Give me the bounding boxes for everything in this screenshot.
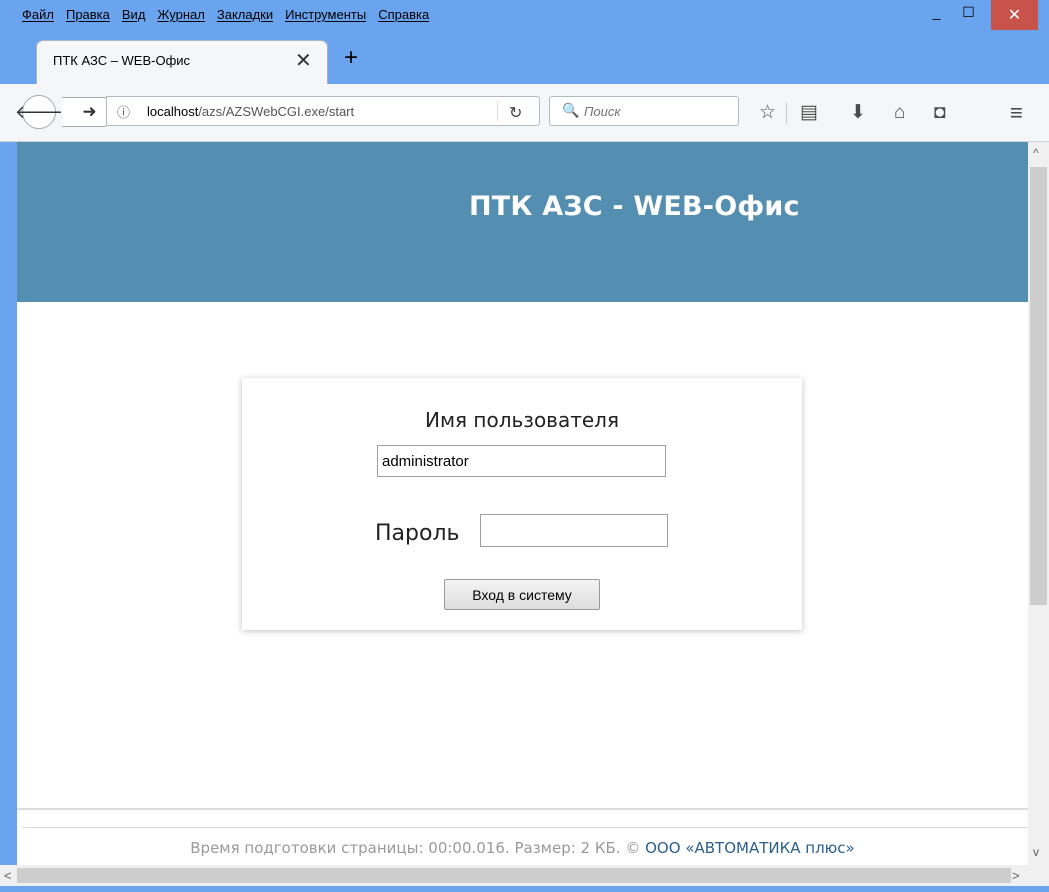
vertical-scrollbar[interactable]: ^ v (1028, 142, 1049, 865)
navigation-bar: ➜ 🡐 ⓘ localhost/azs/AZSWebCGI.exe/start … (0, 84, 1049, 142)
menu-view[interactable]: Вид (122, 7, 146, 22)
home-icon[interactable]: ⌂ (894, 103, 905, 122)
login-form: Имя пользователя Пароль Вход в систему (242, 378, 802, 630)
footer-divider-inner (22, 827, 1028, 828)
tab-title: ПТК АЗС – WEB-Офис (53, 53, 191, 68)
pocket-icon[interactable]: ◘ (934, 103, 945, 122)
urlbar-divider (497, 101, 498, 121)
password-label: Пароль (375, 521, 460, 546)
hamburger-menu-icon[interactable]: ≡ (1010, 102, 1023, 124)
menu-tools[interactable]: Инструменты (285, 7, 366, 22)
menu-history[interactable]: Журнал (157, 7, 204, 22)
url-text: localhost/azs/AZSWebCGI.exe/start (147, 104, 354, 119)
search-box[interactable]: 🔍 (549, 96, 739, 126)
scroll-right-icon[interactable]: > (1012, 868, 1020, 883)
download-icon[interactable]: ⬇ (850, 103, 866, 122)
password-field[interactable] (480, 514, 668, 547)
search-icon: 🔍 (562, 102, 580, 118)
tab-active[interactable]: ПТК АЗС – WEB-Офис ✕ (36, 40, 328, 84)
reading-list-icon[interactable]: ▤ (800, 103, 818, 122)
bookmark-star-icon[interactable]: ☆ (759, 103, 776, 122)
page-title: ПТК АЗС - WEB-Офис (469, 191, 800, 222)
site-header: ПТК АЗС - WEB-Офис (17, 142, 1028, 302)
reload-icon[interactable]: ↻ (509, 103, 522, 123)
toolbar-divider (786, 102, 787, 124)
company-link[interactable]: ООО «АВТОМАТИКА плюс» (645, 839, 855, 857)
maximize-button[interactable]: ☐ (946, 0, 991, 24)
menu-bookmarks[interactable]: Закладки (217, 7, 273, 22)
scroll-left-icon[interactable]: < (4, 868, 12, 883)
forward-arrow-icon: ➜ (82, 102, 97, 121)
footer-text: Время подготовки страницы: 00:00.016. Ра… (190, 839, 641, 857)
window-bottom-edge (0, 886, 1049, 892)
horizontal-scrollbar[interactable]: < > (0, 865, 1049, 886)
tab-close-icon[interactable]: ✕ (295, 48, 312, 73)
tab-strip: ПТК АЗС – WEB-Офис ✕ + (0, 32, 1049, 84)
menu-file[interactable]: Файл (22, 7, 54, 22)
horizontal-scroll-thumb[interactable] (17, 868, 1011, 883)
forward-button[interactable]: ➜ (62, 97, 108, 127)
vertical-scroll-thumb[interactable] (1030, 167, 1047, 605)
menu-list: Файл Правка Вид Журнал Закладки Инструме… (22, 7, 429, 22)
menu-edit[interactable]: Правка (66, 7, 110, 22)
url-path: /azs/AZSWebCGI.exe/start (198, 104, 355, 119)
address-bar[interactable]: ⓘ localhost/azs/AZSWebCGI.exe/start ↻ (106, 96, 540, 126)
back-button[interactable]: 🡐 (15, 95, 63, 129)
scroll-down-icon[interactable]: v (1033, 845, 1039, 859)
page-footer: Время подготовки страницы: 00:00.016. Ра… (17, 839, 1028, 857)
username-label: Имя пользователя (424, 408, 619, 432)
site-info-icon[interactable]: ⓘ (117, 102, 130, 121)
search-input[interactable] (582, 103, 726, 120)
scroll-up-icon[interactable]: ^ (1033, 146, 1039, 160)
url-host: localhost (147, 104, 199, 119)
username-field[interactable] (377, 445, 666, 477)
menu-help[interactable]: Справка (378, 7, 429, 22)
page-viewport: ПТК АЗС - WEB-Офис Имя пользователя Паро… (17, 142, 1028, 865)
login-button[interactable]: Вход в систему (444, 579, 600, 610)
new-tab-button[interactable]: + (344, 46, 358, 70)
close-window-button[interactable]: ✕ (991, 0, 1038, 30)
menu-bar: Файл Правка Вид Журнал Закладки Инструме… (0, 0, 1049, 32)
back-arrow-icon: 🡐 (14, 101, 64, 122)
footer-divider (17, 808, 1028, 810)
